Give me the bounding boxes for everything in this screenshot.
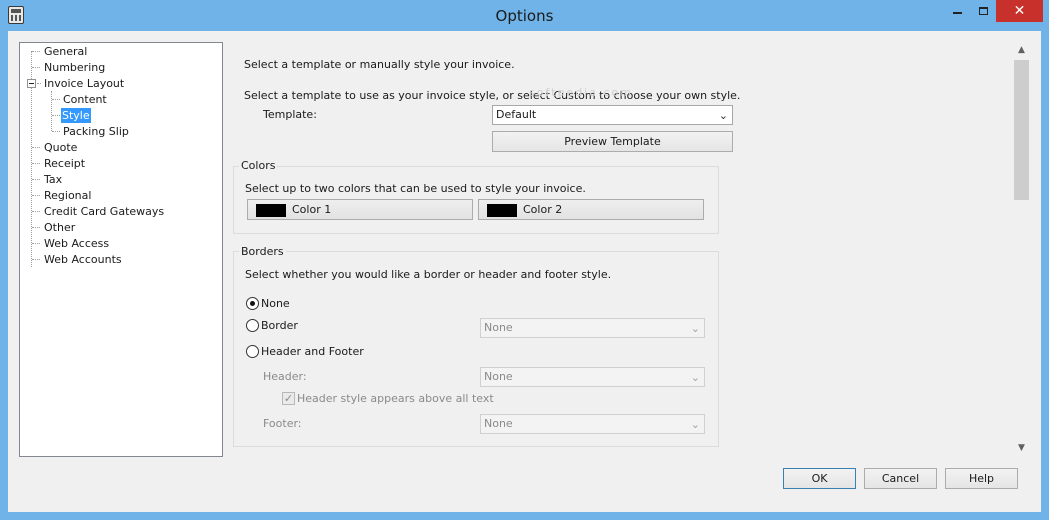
tree-item-web-access[interactable]: Web Access <box>43 236 110 251</box>
tree-item-other[interactable]: Other <box>43 220 76 235</box>
color2-swatch <box>487 204 517 217</box>
header-label: Header: <box>263 370 307 383</box>
color2-label: Color 2 <box>523 203 563 216</box>
panel-scrollbar[interactable]: ▲ ▼ <box>1013 42 1030 457</box>
chevron-down-icon: ⌄ <box>690 322 700 335</box>
tree-item-receipt[interactable]: Receipt <box>43 156 86 171</box>
options-window: Options ✕ General Numbering Invoice Layo… <box>0 0 1049 520</box>
template-select-value: Default <box>496 108 537 121</box>
scroll-up-icon[interactable]: ▲ <box>1013 42 1030 59</box>
checkmark-icon: ✓ <box>283 392 294 405</box>
tree-connector <box>32 227 40 228</box>
preview-template-button[interactable]: Preview Template <box>492 131 733 152</box>
tree-connector <box>51 91 52 131</box>
ok-button[interactable]: OK <box>783 468 856 489</box>
cancel-button[interactable]: Cancel <box>864 468 937 489</box>
color1-button[interactable]: Color 1 <box>247 199 473 220</box>
scroll-down-icon[interactable]: ▼ <box>1013 440 1030 457</box>
tree-item-web-accounts[interactable]: Web Accounts <box>43 252 123 267</box>
tree-item-content[interactable]: Content <box>62 92 108 107</box>
options-tree[interactable]: General Numbering Invoice Layout Content… <box>19 42 223 457</box>
tree-connector <box>52 131 60 132</box>
tree-item-quote[interactable]: Quote <box>43 140 78 155</box>
tree-connector <box>32 195 40 196</box>
border-style-select[interactable]: None ⌄ <box>480 318 705 338</box>
tree-item-general[interactable]: General <box>43 44 88 59</box>
tree-connector <box>32 163 40 164</box>
style-intro-text: Select a template or manually style your… <box>244 58 515 71</box>
tree-item-numbering[interactable]: Numbering <box>43 60 106 75</box>
maximize-icon <box>978 7 988 15</box>
tree-item-regional[interactable]: Regional <box>43 188 92 203</box>
color2-button[interactable]: Color 2 <box>478 199 704 220</box>
colors-group-label: Colors <box>239 159 278 172</box>
color1-label: Color 1 <box>292 203 332 216</box>
tree-item-invoice-layout[interactable]: Invoice Layout <box>43 76 125 91</box>
header-above-label[interactable]: Header style appears above all text <box>297 392 494 405</box>
chevron-down-icon: ⌄ <box>718 109 728 122</box>
chevron-down-icon: ⌄ <box>690 418 700 431</box>
header-style-select-value: None <box>484 370 513 383</box>
help-button[interactable]: Help <box>945 468 1018 489</box>
tree-connector <box>37 83 41 84</box>
tree-connector <box>32 67 40 68</box>
tree-connector <box>32 243 40 244</box>
tree-connector <box>52 99 60 100</box>
minimize-icon <box>952 12 962 14</box>
title-bar[interactable]: Options ✕ <box>0 0 1049 31</box>
template-select[interactable]: Default ⌄ <box>492 105 733 125</box>
header-footer-radio[interactable] <box>246 345 259 358</box>
border-border-label[interactable]: Border <box>261 319 298 332</box>
collapse-icon[interactable] <box>27 79 36 88</box>
header-style-select[interactable]: None ⌄ <box>480 367 705 387</box>
tree-connector <box>32 211 40 212</box>
window-title: Options <box>495 7 554 25</box>
border-style-select-value: None <box>484 321 513 334</box>
close-button[interactable]: ✕ <box>996 0 1043 22</box>
style-settings-panel: Select a template or manually style your… <box>233 42 1001 457</box>
colors-instructions: Select up to two colors that can be used… <box>245 182 586 195</box>
tree-connector <box>32 51 40 52</box>
scrollbar-thumb[interactable] <box>1014 60 1029 200</box>
borders-instructions: Select whether you would like a border o… <box>245 268 612 281</box>
tree-item-credit-card-gateways[interactable]: Credit Card Gateways <box>43 204 165 219</box>
tree-item-packing-slip[interactable]: Packing Slip <box>62 124 130 139</box>
template-label: Template: <box>263 108 317 121</box>
color1-swatch <box>256 204 286 217</box>
close-icon: ✕ <box>1013 3 1026 19</box>
chevron-down-icon: ⌄ <box>690 371 700 384</box>
tree-item-tax[interactable]: Tax <box>43 172 63 187</box>
border-none-radio[interactable] <box>246 297 259 310</box>
footer-label: Footer: <box>263 417 302 430</box>
tree-connector <box>32 147 40 148</box>
borders-group-label: Borders <box>239 245 286 258</box>
maximize-button[interactable] <box>970 0 996 22</box>
tree-connector <box>52 115 60 116</box>
footer-style-select-value: None <box>484 417 513 430</box>
minimize-button[interactable] <box>944 0 970 22</box>
tree-connector <box>32 259 40 260</box>
tree-connector <box>32 179 40 180</box>
header-above-checkbox[interactable]: ✓ <box>282 392 295 405</box>
border-border-radio[interactable] <box>246 319 259 332</box>
template-instructions: Select a template to use as your invoice… <box>244 89 741 102</box>
header-footer-label[interactable]: Header and Footer <box>261 345 364 358</box>
watermark: softpedia.com <box>529 86 633 99</box>
border-none-label[interactable]: None <box>261 297 290 310</box>
dialog-client-area: General Numbering Invoice Layout Content… <box>8 31 1041 512</box>
tree-item-style[interactable]: Style <box>61 108 91 123</box>
footer-style-select[interactable]: None ⌄ <box>480 414 705 434</box>
